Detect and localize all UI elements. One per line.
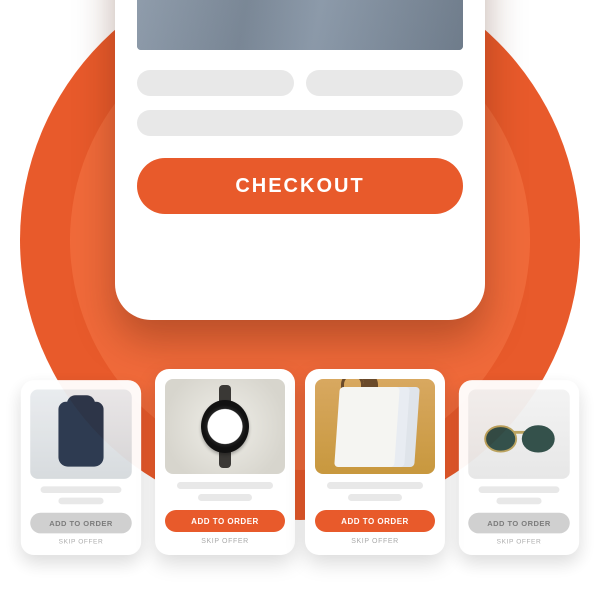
- input-placeholder[interactable]: [306, 70, 463, 96]
- skeleton-line: [496, 498, 542, 505]
- skip-offer-button[interactable]: SKIP OFFER: [201, 538, 249, 545]
- input-placeholder-full[interactable]: [137, 110, 463, 136]
- skeleton-line: [348, 494, 402, 501]
- offer-thumbnail-backpack: [30, 390, 132, 479]
- add-to-order-button[interactable]: ADD TO ORDER: [315, 510, 435, 532]
- offer-card: ADD TO ORDER SKIP OFFER: [21, 380, 141, 555]
- form-row: [137, 70, 463, 96]
- offer-carousel: ADD TO ORDER SKIP OFFER ADD TO ORDER SKI…: [0, 369, 600, 555]
- product-image-content: [137, 0, 463, 50]
- add-to-order-button[interactable]: ADD TO ORDER: [468, 513, 570, 534]
- skeleton-line: [478, 486, 559, 493]
- checkout-button[interactable]: CHECKOUT: [137, 158, 463, 214]
- skeleton-line: [198, 494, 252, 501]
- offer-thumbnail-shirts: [315, 379, 435, 474]
- add-to-order-button[interactable]: ADD TO ORDER: [165, 510, 285, 532]
- skip-offer-button[interactable]: SKIP OFFER: [351, 538, 399, 545]
- skeleton-line: [177, 482, 273, 489]
- offer-thumbnail-sunglasses: [468, 390, 570, 479]
- skip-offer-button[interactable]: SKIP OFFER: [497, 539, 542, 546]
- skeleton-line: [327, 482, 423, 489]
- offer-card: ADD TO ORDER SKIP OFFER: [305, 369, 445, 555]
- skeleton-line: [40, 486, 121, 493]
- offer-card: ADD TO ORDER SKIP OFFER: [459, 380, 579, 555]
- product-image: [137, 0, 463, 50]
- add-to-order-button[interactable]: ADD TO ORDER: [30, 513, 132, 534]
- skip-offer-button[interactable]: SKIP OFFER: [59, 539, 104, 546]
- input-placeholder[interactable]: [137, 70, 294, 96]
- skeleton-line: [58, 498, 104, 505]
- checkout-phone-mock: CHECKOUT: [115, 0, 485, 320]
- offer-thumbnail-watch: [165, 379, 285, 474]
- offer-card: ADD TO ORDER SKIP OFFER: [155, 369, 295, 555]
